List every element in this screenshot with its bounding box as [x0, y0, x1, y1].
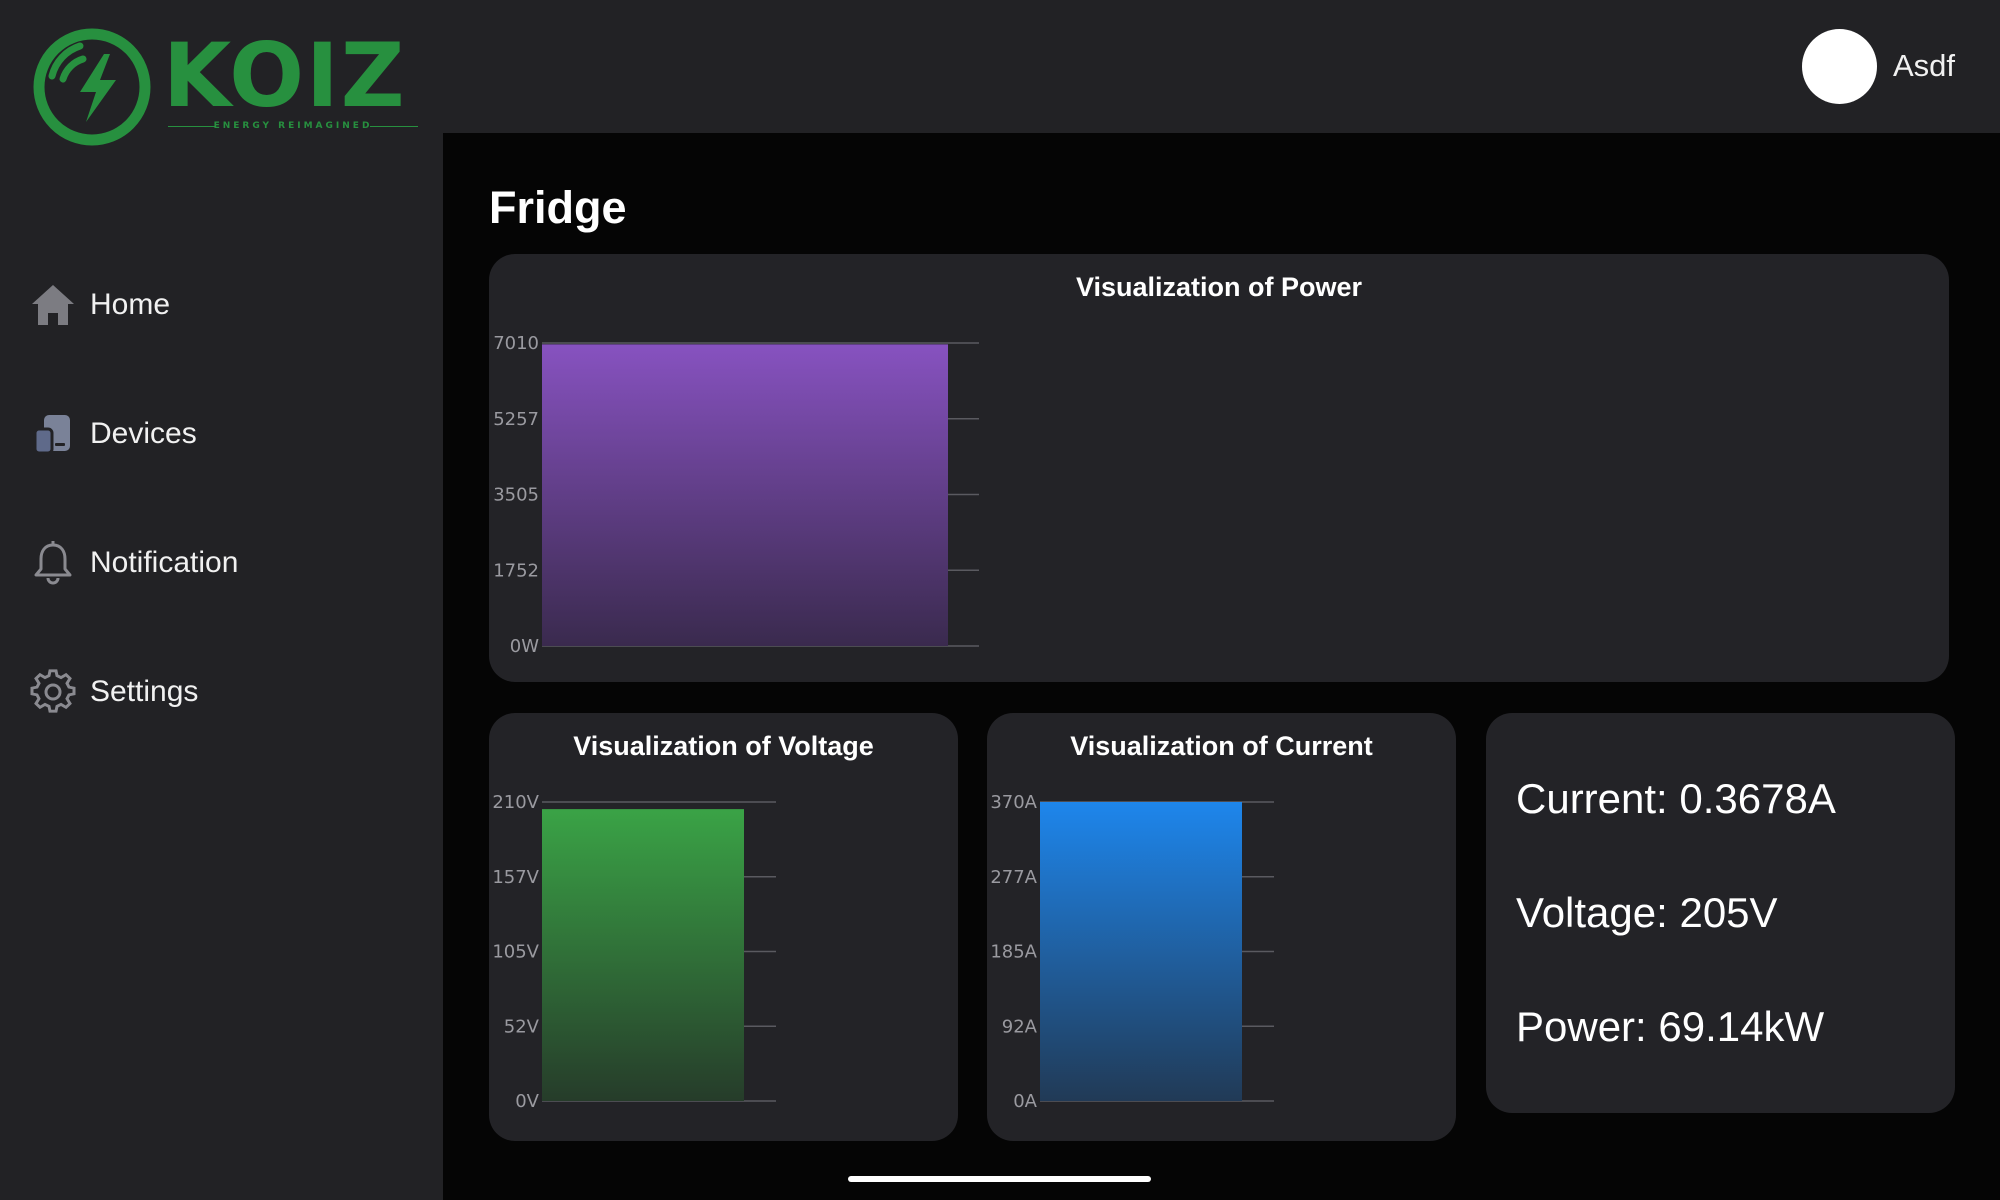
y-tick-label: 52V: [504, 1016, 540, 1037]
sidebar-item-label: Notification: [90, 545, 239, 579]
sidebar-item-devices[interactable]: Devices: [0, 369, 443, 498]
y-tick-label: 0A: [1013, 1091, 1037, 1112]
stats-card: Current: 0.3678A Voltage: 205V Power: 69…: [1486, 713, 1955, 1113]
current-chart: 0A 92A 185A 277A 370A: [990, 792, 1274, 1112]
current-chart-card: Visualization of Current 0A 92A 185A 277A 37…: [987, 713, 1456, 1141]
voltage-readout: Voltage: 205V: [1516, 889, 1778, 936]
devices-icon: [30, 411, 76, 457]
brand-tagline: ENERGY REIMAGINED: [168, 121, 418, 131]
home-icon: [30, 282, 76, 328]
chart-bar[interactable]: [1040, 802, 1242, 1101]
sidebar-nav: Home Devices Notification Settings: [0, 240, 443, 756]
power-readout: Power: 69.14kW: [1516, 1003, 1825, 1050]
sidebar-item-home[interactable]: Home: [0, 240, 443, 369]
voltage-chart: 0V 52V 105V 157V 210V: [492, 792, 776, 1112]
y-tick-label: 210V: [492, 792, 539, 813]
koiz-logo[interactable]: KOIZ ENERGY REIMAGINED: [28, 26, 420, 148]
chart-bar[interactable]: [542, 809, 744, 1101]
y-tick-label: 0V: [515, 1091, 539, 1112]
user-name[interactable]: Asdf: [1893, 48, 1955, 84]
current-readout: Current: 0.3678A: [1516, 775, 1836, 822]
sidebar-item-settings[interactable]: Settings: [0, 627, 443, 756]
y-tick-label: 5257: [493, 409, 539, 430]
y-tick-label: 92A: [1002, 1016, 1038, 1037]
power-chart-card: Visualization of Power 0W 1752 3505 5257 701…: [489, 254, 1949, 682]
y-tick-label: 185A: [990, 942, 1037, 963]
sidebar: KOIZ ENERGY REIMAGINED Home Devices Noti…: [0, 0, 443, 1200]
avatar[interactable]: [1802, 29, 1877, 104]
y-tick-label: 277A: [990, 867, 1037, 888]
page-title: Fridge: [489, 182, 627, 233]
y-tick-label: 370A: [990, 792, 1037, 813]
bell-icon: [30, 540, 76, 586]
sidebar-item-label: Settings: [90, 674, 199, 708]
sidebar-item-label: Devices: [90, 416, 197, 450]
voltage-chart-card: Visualization of Voltage 0V 52V 105V 157V 21…: [489, 713, 958, 1141]
y-tick-label: 1752: [493, 560, 539, 581]
power-chart: 0W 1752 3505 5257 7010: [493, 333, 979, 657]
sidebar-item-notification[interactable]: Notification: [0, 498, 443, 627]
home-indicator[interactable]: [848, 1176, 1151, 1182]
sidebar-item-label: Home: [90, 287, 171, 321]
y-tick-label: 157V: [492, 867, 539, 888]
gear-icon: [30, 668, 76, 715]
brand-name: KOIZ: [163, 24, 407, 127]
y-tick-label: 0W: [510, 636, 539, 657]
top-bar: [443, 0, 2000, 133]
y-tick-label: 105V: [492, 942, 539, 963]
y-tick-label: 3505: [493, 485, 539, 506]
chart-bar[interactable]: [542, 344, 948, 646]
logo-bolt-icon: [33, 28, 151, 146]
y-tick-label: 7010: [493, 333, 539, 354]
